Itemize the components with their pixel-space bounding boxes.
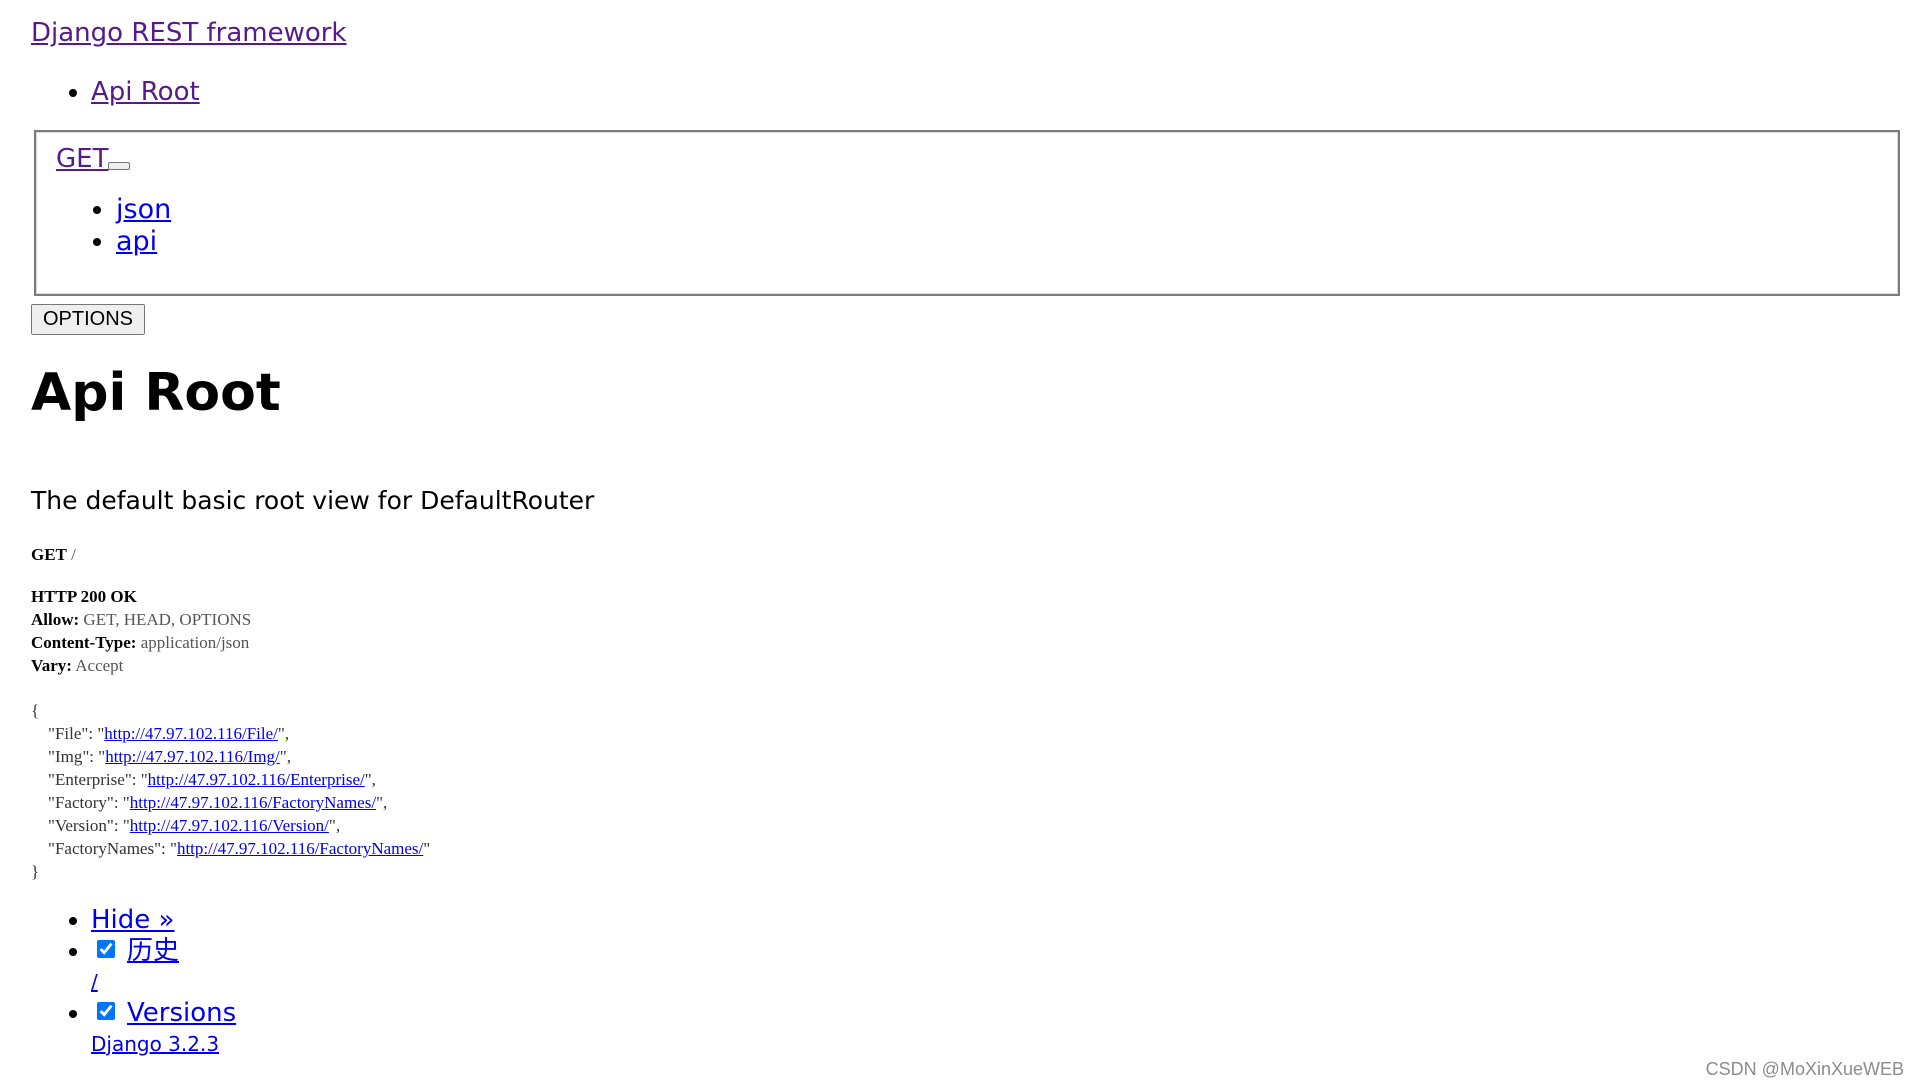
header-name: Vary: [31,656,72,675]
format-item: json [116,194,171,226]
response-status: HTTP 200 OK [31,587,137,606]
request-method: GET [31,545,67,564]
get-form: GET json api [34,130,1900,296]
json-url-link[interactable]: http://47.97.102.116/Img/ [105,747,280,766]
json-key: Img [54,747,83,766]
request-info: GET / [31,543,76,566]
json-url-link[interactable]: http://47.97.102.116/File/ [104,724,278,743]
json-open-brace: { [31,701,40,720]
page-title: Api Root [31,363,281,423]
json-key: FactoryNames [54,839,155,858]
response-info: HTTP 200 OK Allow: GET, HEAD, OPTIONS Co… [31,585,251,677]
history-panel-subtitle[interactable]: / [91,967,236,998]
request-path: / [71,545,76,564]
header-value: GET, HEAD, OPTIONS [83,610,252,629]
json-url-link[interactable]: http://47.97.102.116/FactoryNames/ [130,793,376,812]
header-name: Content-Type: [31,633,137,652]
history-panel-link[interactable]: 历史 [127,936,179,966]
breadcrumb: Api Root [31,76,200,108]
versions-panel-checkbox[interactable] [97,1002,115,1020]
json-url-link[interactable]: http://47.97.102.116/Version/ [130,816,329,835]
watermark: CSDN @MoXinXueWEB [1705,1059,1904,1079]
history-panel-checkbox[interactable] [97,940,115,958]
format-dropdown-toggle-button[interactable] [108,162,130,170]
versions-panel-link[interactable]: Versions [127,998,236,1028]
json-url-link[interactable]: http://47.97.102.116/FactoryNames/ [177,839,423,858]
json-key: File [54,724,82,743]
format-link-json[interactable]: json [116,194,171,225]
debug-toolbar-hide-link[interactable]: Hide » [91,905,174,935]
debug-toolbar-item: 历史 / [91,936,236,998]
json-key: Version [54,816,107,835]
format-link-api[interactable]: api [116,226,157,257]
response-body: { "File": "http://47.97.102.116/File/", … [31,701,431,881]
format-item: api [116,226,171,258]
json-key: Factory [54,793,107,812]
json-close-brace: } [31,862,40,881]
debug-toolbar: Hide » 历史 / Versions Django 3.2.3 [31,905,236,1060]
header-value: Accept [75,656,124,675]
get-button-link[interactable]: GET [56,144,108,174]
format-list: json api [56,194,171,258]
versions-panel-subtitle[interactable]: Django 3.2.3 [91,1029,236,1060]
header-value: application/json [140,633,250,652]
json-key: Enterprise [54,770,125,789]
navbar-brand-link[interactable]: Django REST framework [31,18,347,48]
breadcrumb-link-api-root[interactable]: Api Root [91,77,200,107]
header-name: Allow: [31,610,80,629]
debug-toolbar-item: Hide » [91,905,236,936]
options-button[interactable]: OPTIONS [31,304,145,335]
breadcrumb-item: Api Root [91,76,200,108]
debug-toolbar-item: Versions Django 3.2.3 [91,998,236,1060]
json-url-link[interactable]: http://47.97.102.116/Enterprise/ [148,770,365,789]
page-description: The default basic root view for DefaultR… [31,486,595,515]
